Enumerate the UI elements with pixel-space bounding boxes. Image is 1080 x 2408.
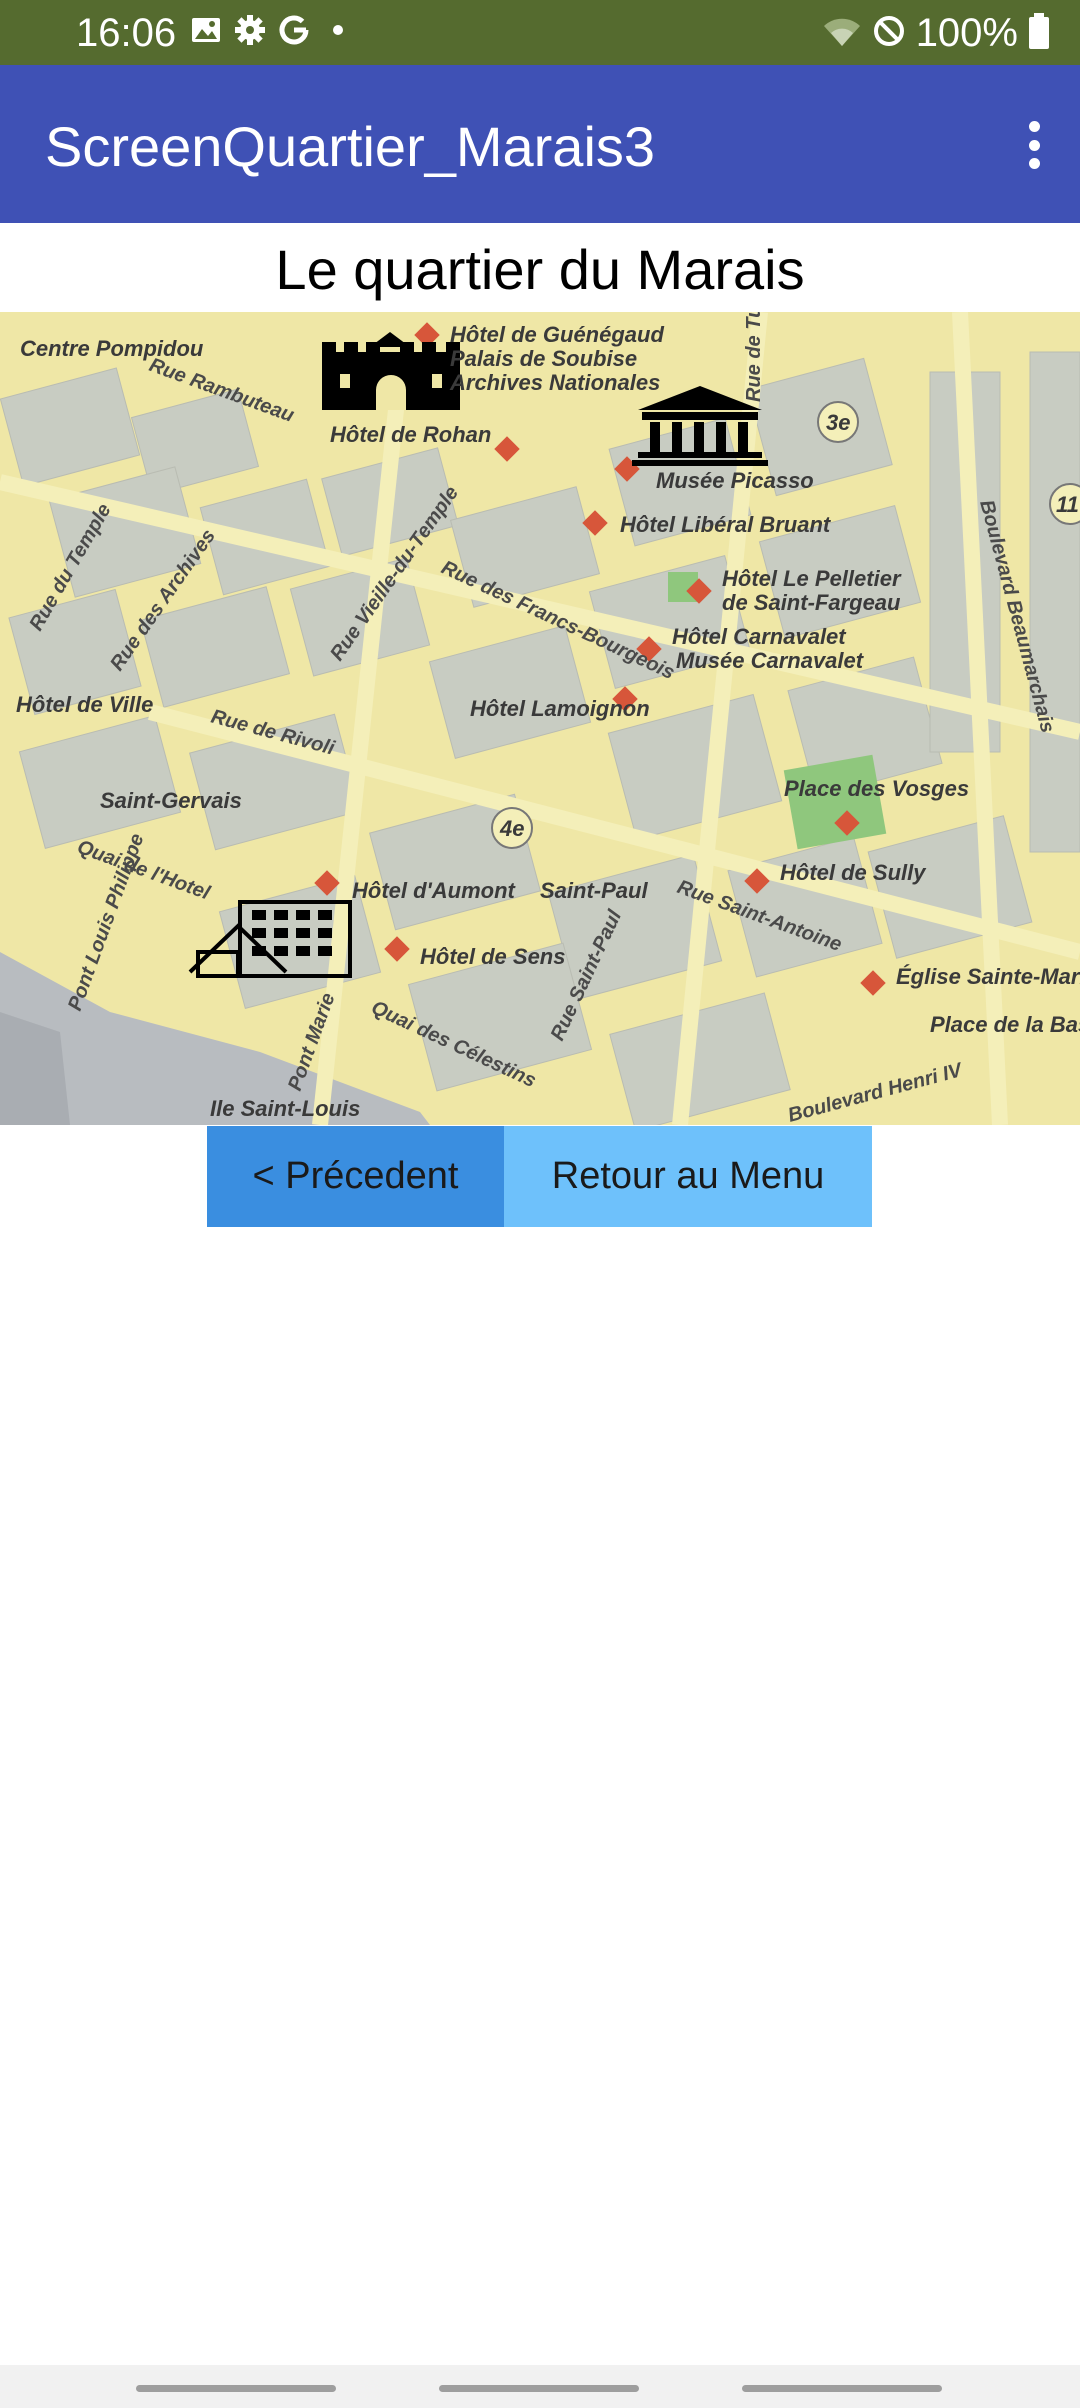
map-label-hotel-de-ville: Hôtel de Ville [16, 692, 153, 717]
back-to-menu-button[interactable]: Retour au Menu [504, 1126, 872, 1227]
arrondissement-11: 11 [1056, 492, 1079, 517]
street-turenne: Rue de Turenne [743, 312, 765, 402]
arrondissement-4: 4e [499, 816, 524, 841]
map-label-hotel-rohan: Hôtel de Rohan [330, 422, 491, 447]
image-icon [190, 14, 222, 51]
map-label-hotel-sens: Hôtel de Sens [420, 944, 565, 969]
map-label-liberal-bruant: Hôtel Libéral Bruant [620, 512, 832, 537]
map-label-eglise: Église Sainte-Marie [896, 964, 1080, 989]
gesture-nav-bar [0, 2365, 1080, 2408]
google-icon [278, 14, 310, 51]
dot-icon [322, 14, 354, 51]
nav-pill-center[interactable] [439, 2385, 639, 2392]
map-label-saint-paul: Saint-Paul [540, 878, 648, 903]
wifi-icon [822, 14, 862, 53]
map-label-hotel-aumont: Hôtel d'Aumont [352, 878, 517, 903]
map-label-place-vosges: Place des Vosges [784, 776, 969, 801]
map-label-saint-gervais: Saint-Gervais [100, 788, 242, 813]
map-label-musee-picasso: Musée Picasso [656, 468, 814, 493]
map-label-musee-carnavalet: Musée Carnavalet [676, 648, 865, 673]
battery-icon [1028, 12, 1050, 54]
map-label-centre-pompidou: Centre Pompidou [20, 336, 204, 361]
map-label-bastille: Place de la Bastille [930, 1012, 1080, 1037]
map-label-hotel-carnavalet: Hôtel Carnavalet [672, 624, 847, 649]
status-icons-left [190, 14, 354, 50]
page-title: Le quartier du Marais [275, 238, 805, 301]
map-label-le-pelletier: Hôtel Le Pelletier [722, 566, 902, 591]
app-title: ScreenQuartier_Marais3 [45, 115, 656, 178]
map-label-hotel-guenegaud: Hôtel de Guénégaud [450, 322, 664, 347]
previous-button[interactable]: < Précedent [207, 1126, 504, 1227]
status-bar: 16:06 100% [0, 0, 1080, 65]
do-not-disturb-icon [872, 14, 906, 53]
map-label-lamoignon: Hôtel Lamoignon [470, 696, 650, 721]
marais-map-image: Hôtel de Guénégaud Palais de Soubise Arc… [0, 312, 1080, 1125]
more-vert-icon[interactable] [1010, 113, 1058, 177]
nav-pill-left[interactable] [136, 2385, 336, 2392]
map-label-saint-fargeau: de Saint-Fargeau [722, 590, 901, 615]
gear-icon [234, 14, 266, 51]
map-label-hotel-sully: Hôtel de Sully [780, 860, 927, 885]
app-bar: ScreenQuartier_Marais3 [0, 65, 1080, 223]
status-time: 16:06 [76, 11, 177, 55]
nav-pill-right[interactable] [742, 2385, 942, 2392]
map-label-palais-soubise: Palais de Soubise [450, 346, 637, 371]
arrondissement-3: 3e [826, 410, 850, 435]
battery-percent: 100% [915, 11, 1018, 55]
map-label-archives: Archives Nationales [449, 370, 660, 395]
status-icons-right: 100% [822, 8, 1050, 58]
map-label-ile-saint-louis: Ile Saint-Louis [210, 1096, 360, 1121]
